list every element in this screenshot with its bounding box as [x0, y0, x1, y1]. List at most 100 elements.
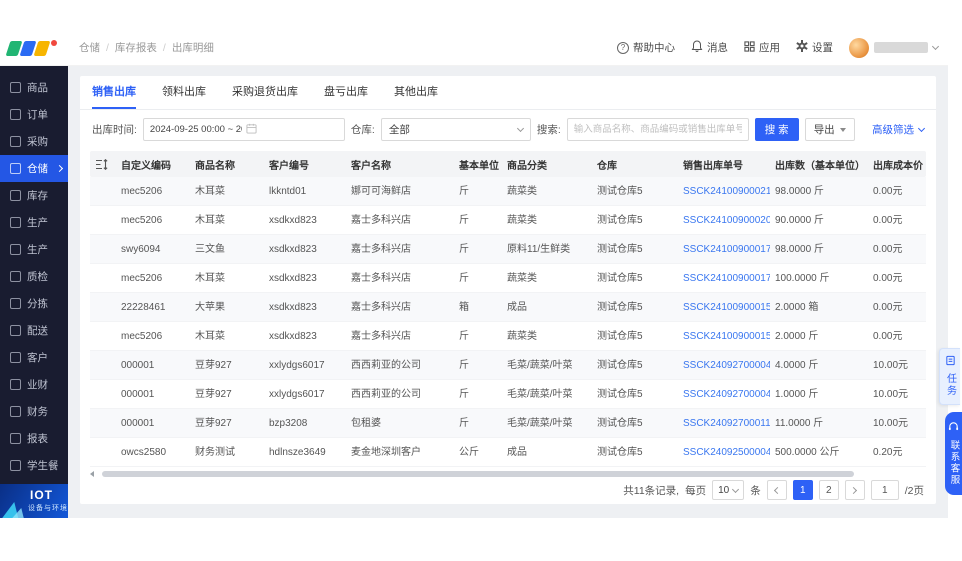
tab-bar: 销售出库 领料出库 采购退货出库 盘亏出库 其他出库	[80, 76, 936, 110]
sidebar-item-label: 配送	[27, 325, 48, 337]
outbound-order-link[interactable]: SSCK24100900021	[678, 177, 770, 205]
outbound-order-link[interactable]: SSCK24100900017	[678, 235, 770, 263]
table-row[interactable]: mec5206 木耳菜 xsdkxd823 嘉士多科兴店 斤 蔬菜类 测试仓库5…	[90, 264, 926, 293]
settings-button[interactable]: 设置	[796, 40, 833, 55]
user-menu[interactable]	[849, 37, 940, 58]
outbound-order-link[interactable]: SSCK24092700011	[678, 409, 770, 437]
cell-qty: 100.0000 斤	[775, 273, 830, 284]
table-row[interactable]: 22228461 大苹果 xsdkxd823 嘉士多科兴店 箱 成品 测试仓库5…	[90, 293, 926, 322]
sidebar-item[interactable]: 仓储	[0, 155, 68, 182]
user-name-redacted	[874, 42, 928, 53]
cell-category: 蔬菜类	[507, 331, 537, 342]
sidebar-item[interactable]: 学生餐	[0, 452, 68, 479]
breadcrumb-warehouse[interactable]: 仓储	[79, 40, 100, 55]
cell-customer-name: 嘉士多科兴店	[351, 244, 411, 255]
sidebar-item[interactable]: 分拣	[0, 290, 68, 317]
cell-category: 蔬菜类	[507, 273, 537, 284]
contact-support-button[interactable]: 联系客服	[945, 412, 962, 495]
sidebar-item[interactable]: 订单	[0, 101, 68, 128]
cell-spacer	[90, 380, 116, 408]
cell-customer-name: 西西莉亚的公司	[351, 389, 421, 400]
cell-customer-name: 包租婆	[351, 418, 381, 429]
page-jump-input[interactable]	[870, 480, 899, 500]
sidebar-item[interactable]: 配送	[0, 317, 68, 344]
chevron-down-icon	[931, 42, 940, 51]
sidebar-item[interactable]: 生产	[0, 236, 68, 263]
table-row[interactable]: 000001 豆芽927 xxlydgs6017 西西莉亚的公司 斤 毛菜/蔬菜…	[90, 351, 926, 380]
cell-base-unit: 斤	[459, 331, 469, 342]
date-range-value: 2024-09-25 00:00 ~ 2024-10-24 24:00	[149, 124, 242, 135]
sidebar-item-label: 财务	[27, 406, 48, 418]
outbound-order-link[interactable]: SSCK24092500004	[678, 438, 770, 466]
sidebar-item-label: 商品	[27, 82, 48, 94]
column-header-order-no: 销售出库单号	[683, 160, 743, 172]
column-header-category: 商品分类	[507, 160, 547, 172]
search-button[interactable]: 搜 索	[754, 118, 799, 141]
sidebar-item-label: 生产	[27, 217, 48, 229]
sidebar-item[interactable]: 商品	[0, 74, 68, 101]
customers-icon	[10, 352, 21, 363]
next-page-button[interactable]	[844, 480, 865, 500]
page-number-button[interactable]: 2	[818, 480, 839, 500]
tab[interactable]: 采购退货出库	[232, 76, 298, 109]
tab[interactable]: 销售出库	[92, 76, 136, 109]
scroll-left-icon	[90, 471, 94, 477]
search-label: 搜索:	[536, 124, 561, 136]
outbound-order-link[interactable]: SSCK24100900015	[678, 293, 770, 321]
help-center-button[interactable]: ? 帮助中心	[617, 40, 675, 55]
per-page-suffix: 条	[750, 484, 761, 497]
scrollbar-thumb[interactable]	[102, 471, 855, 477]
apps-button[interactable]: 应用	[744, 40, 780, 55]
sidebar-item-label: 客户	[27, 352, 48, 364]
table-row[interactable]: 000001 豆芽927 bzp3208 包租婆 斤 毛菜/蔬菜/叶菜 测试仓库…	[90, 409, 926, 438]
outbound-order-link[interactable]: SSCK24100900017	[678, 264, 770, 292]
sidebar-item[interactable]: 业财	[0, 371, 68, 398]
outbound-order-link[interactable]: SSCK24100900020	[678, 206, 770, 234]
table-row[interactable]: mec5206 木耳菜 xsdkxd823 嘉士多科兴店 斤 蔬菜类 测试仓库5…	[90, 206, 926, 235]
messages-button[interactable]: 消息	[691, 40, 728, 55]
search-input[interactable]	[566, 118, 749, 141]
tab[interactable]: 其他出库	[394, 76, 438, 109]
cell-customer-no: lkkntd01	[269, 186, 307, 197]
chevron-down-icon	[732, 485, 740, 493]
cell-base-unit: 斤	[459, 418, 469, 429]
cell-warehouse: 测试仓库5	[597, 418, 643, 429]
column-settings-icon[interactable]	[90, 158, 116, 170]
breadcrumb-inventory-report[interactable]: 库存报表	[115, 40, 157, 55]
export-button[interactable]: 导出	[804, 118, 855, 141]
table-row[interactable]: mec5206 木耳菜 xsdkxd823 嘉士多科兴店 斤 蔬菜类 测试仓库5…	[90, 322, 926, 351]
table-row[interactable]: owcs2580 财务测试 hdlnsze3649 麦金地深圳客户 公斤 成品 …	[90, 438, 926, 467]
sidebar-item[interactable]: 质检	[0, 263, 68, 290]
prev-page-button[interactable]	[766, 480, 787, 500]
page-number-button[interactable]: 1	[792, 480, 813, 500]
tab[interactable]: 领料出库	[162, 76, 206, 109]
cell-base-unit: 箱	[459, 302, 469, 313]
outbound-order-link[interactable]: SSCK24092700004	[678, 351, 770, 379]
advanced-filter-label: 高级筛选	[872, 124, 914, 136]
outbound-order-link[interactable]: SSCK24092700004	[678, 380, 770, 408]
warehouse-select[interactable]: 全部	[380, 118, 531, 141]
cell-customer-no: xsdkxd823	[269, 273, 317, 284]
sidebar-item[interactable]: 库存	[0, 182, 68, 209]
cell-base-unit: 斤	[459, 186, 469, 197]
table-row[interactable]: 000001 豆芽927 xxlydgs6017 西西莉亚的公司 斤 毛菜/蔬菜…	[90, 380, 926, 409]
table-row[interactable]: swy6094 三文鱼 xsdkxd823 嘉士多科兴店 斤 原料11/生鲜类 …	[90, 235, 926, 264]
bell-icon	[691, 40, 703, 55]
task-list-icon	[945, 355, 956, 369]
outbound-order-link[interactable]: SSCK24100900015	[678, 322, 770, 350]
sidebar-item[interactable]: 客户	[0, 344, 68, 371]
cell-warehouse: 测试仓库5	[597, 360, 643, 371]
cell-category: 毛菜/蔬菜/叶菜	[507, 418, 573, 429]
table-header-row: 自定义编码 商品名称 客户编号 客户名称 基本单位 商品分类 仓库 销售出库单号…	[90, 151, 926, 177]
sidebar-item[interactable]: 报表	[0, 425, 68, 452]
page-size-select[interactable]: 10	[712, 480, 745, 500]
sidebar-item[interactable]: 采购	[0, 128, 68, 155]
sidebar-item[interactable]: 财务	[0, 398, 68, 425]
task-panel-button[interactable]: 任务	[939, 348, 960, 405]
sidebar-item[interactable]: 生产	[0, 209, 68, 236]
advanced-filter-toggle[interactable]: 高级筛选	[872, 122, 926, 137]
date-range-input[interactable]: 2024-09-25 00:00 ~ 2024-10-24 24:00	[142, 118, 345, 141]
cell-custom-code: mec5206	[121, 273, 163, 284]
tab[interactable]: 盘亏出库	[324, 76, 368, 109]
table-row[interactable]: mec5206 木耳菜 lkkntd01 娜可可海鲜店 斤 蔬菜类 测试仓库5 …	[90, 177, 926, 206]
